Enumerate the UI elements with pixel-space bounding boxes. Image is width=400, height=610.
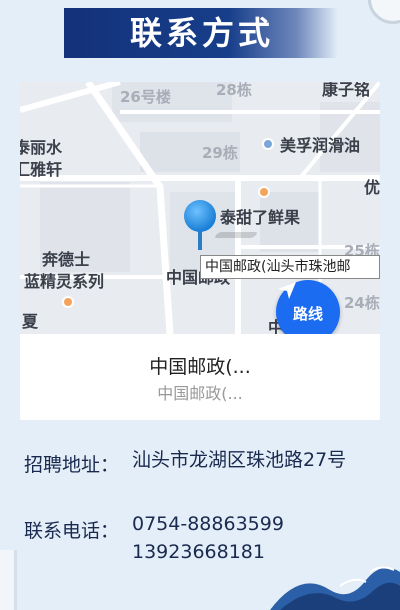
phone-number-1[interactable]: 0754-88863599: [132, 510, 284, 538]
place-name: 中国邮政(...: [149, 356, 251, 378]
place-address: 中国邮政(...: [157, 384, 243, 403]
map-label: 28栋: [216, 82, 252, 99]
map-label: 奔德士: [42, 250, 91, 269]
map-label: 汇雅轩: [20, 160, 63, 179]
map-label: 26号楼: [120, 88, 171, 106]
pin-shadow: [213, 232, 259, 238]
map-label: 蓝精灵系列: [24, 272, 105, 291]
phone-number-2[interactable]: 13923668181: [132, 538, 265, 566]
map-label: 24栋: [344, 294, 380, 312]
navigation-arrow-icon: [278, 282, 296, 299]
map-label: 康子铭: [322, 82, 371, 99]
pin-tail: [198, 230, 202, 250]
route-button-label: 路线: [292, 304, 323, 323]
map-label: 泰甜了鲜果: [220, 208, 301, 227]
map-callout: 中国邮政(汕头市珠池邮: [200, 255, 380, 279]
page-title: 联系方式: [130, 14, 275, 52]
map-view[interactable]: 26号楼 28栋 康子铭 泰丽水 汇雅轩 29栋 美孚润滑油 优 泰甜了鲜果 奔…: [20, 82, 380, 334]
poi-marker: [62, 296, 74, 308]
map-label: 优: [364, 178, 380, 197]
corner-decoration: [368, 0, 400, 24]
address-value: 汕头市龙湖区珠池路27号: [132, 449, 347, 471]
left-edge-decoration: [0, 550, 17, 610]
poi-marker: [262, 138, 274, 150]
map-label: 泰丽水: [20, 138, 63, 157]
location-pin-icon[interactable]: [184, 200, 216, 232]
wave-decoration: [270, 566, 400, 610]
map-label: 美孚润滑油: [280, 136, 361, 155]
map-card: 26号楼 28栋 康子铭 泰丽水 汇雅轩 29栋 美孚润滑油 优 泰甜了鲜果 奔…: [20, 82, 380, 420]
poi-marker: [258, 186, 270, 198]
header-banner: 联系方式: [64, 8, 338, 58]
phone-label: 联系电话：: [24, 520, 120, 542]
map-label: 29栋: [202, 144, 238, 162]
map-label: 夏: [22, 312, 39, 331]
address-label: 招聘地址：: [24, 454, 120, 476]
